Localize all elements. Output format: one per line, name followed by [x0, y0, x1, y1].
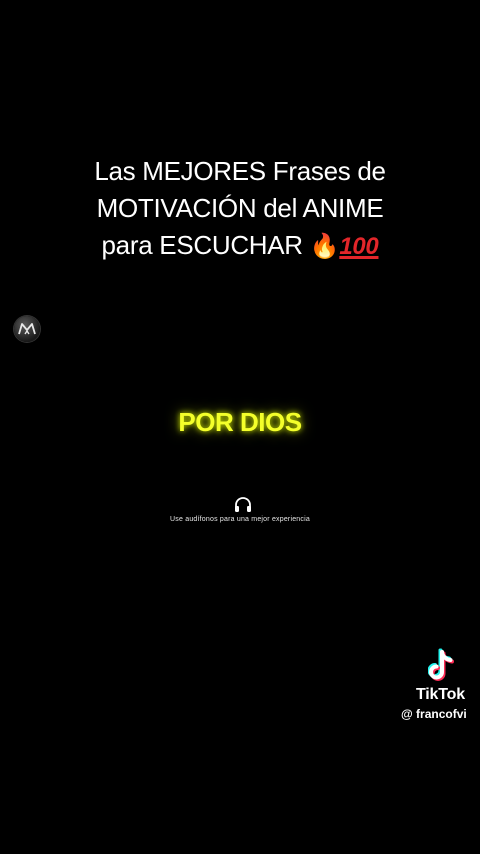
- tiktok-logo-icon: [427, 648, 460, 684]
- tiktok-brand-text: TikTok: [416, 686, 465, 703]
- title-line-3: para ESCUCHAR 🔥100: [0, 227, 480, 265]
- highlight-text: POR DIOS: [178, 407, 302, 437]
- title-line-1: Las MEJORES Frases de: [94, 156, 386, 186]
- video-title: Las MEJORES Frases de MOTIVACIÓN del ANI…: [0, 153, 480, 265]
- title-line-2: MOTIVACIÓN del ANIME: [96, 193, 384, 223]
- headphones-icon: [233, 497, 253, 513]
- fire-emoji-icon: 🔥: [309, 233, 340, 260]
- title-line-3-text: para ESCUCHAR: [101, 230, 304, 260]
- majin-logo-icon: [14, 316, 40, 342]
- hundred-points-emoji-icon: 100: [339, 233, 379, 260]
- headphones-hint-text: Use audífonos para una mejor experiencia: [170, 516, 310, 523]
- creator-handle: @ francofvi: [401, 707, 467, 721]
- tiktok-watermark: TikTok @ francofvi: [396, 646, 480, 726]
